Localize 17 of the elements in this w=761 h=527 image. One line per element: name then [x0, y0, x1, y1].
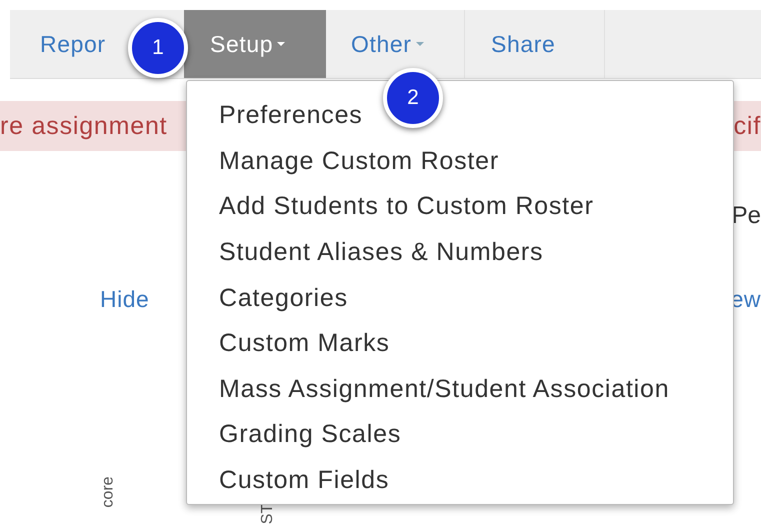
menu-item[interactable]: Custom Fields — [219, 466, 390, 496]
nav-tab[interactable]: Setup — [184, 10, 326, 78]
menu-item[interactable]: Grading Scales — [219, 420, 402, 450]
menu-item[interactable]: Manage Custom Roster — [219, 146, 500, 176]
menu-item[interactable]: Student Aliases & Numbers — [219, 238, 544, 268]
column-header: ST — [259, 504, 278, 524]
menu-item[interactable]: Custom Marks — [219, 329, 390, 358]
alert-text: re assignment — [0, 112, 168, 140]
menu-item[interactable]: Categories — [219, 284, 348, 313]
menu-item[interactable]: Preferences — [219, 101, 363, 130]
menu-item[interactable]: Mass Assignment/Student Association — [219, 374, 670, 404]
nav-tab[interactable]: Repor — [10, 10, 126, 78]
column-header: core — [100, 476, 118, 508]
menu-item[interactable]: Add Students to Custom Roster — [219, 192, 594, 222]
hide-link[interactable]: Hide — [100, 286, 150, 312]
alert-text: cif — [734, 112, 761, 140]
nav-tab[interactable]: Share — [465, 10, 605, 78]
